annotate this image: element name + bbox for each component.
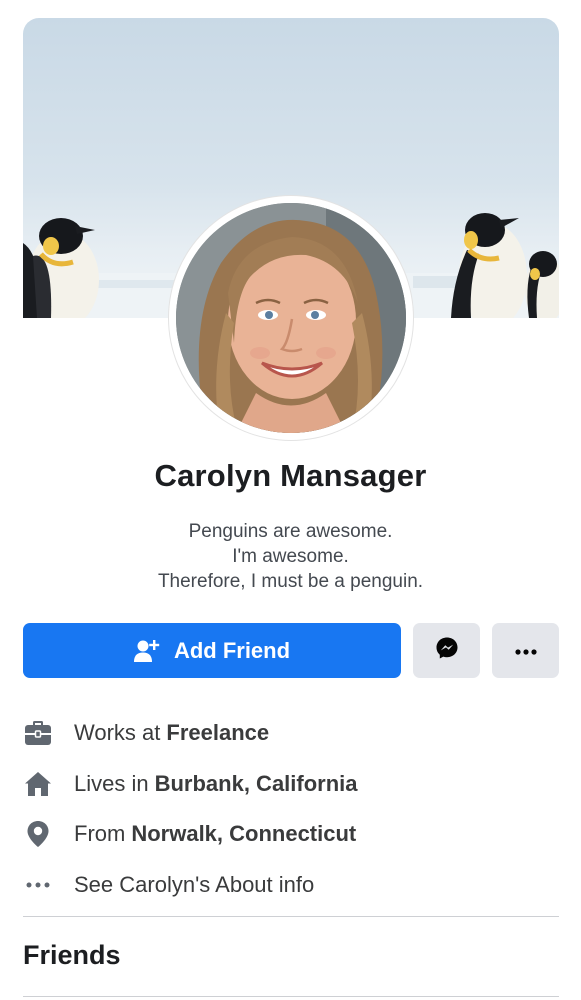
intro-lives: Lives in Burbank, California xyxy=(23,768,358,800)
intro-lives-prefix: Lives in xyxy=(74,771,149,796)
avatar-portrait xyxy=(176,203,406,433)
profile-bio: Penguins are awesome. I'm awesome. There… xyxy=(0,519,581,594)
add-friend-label: Add Friend xyxy=(173,637,291,663)
divider xyxy=(23,996,559,997)
intro-from: From Norwalk, Connecticut xyxy=(23,818,356,850)
message-button[interactable] xyxy=(413,623,480,678)
home-icon xyxy=(23,769,53,799)
intro-work-value[interactable]: Freelance xyxy=(166,720,269,746)
intro-lives-value[interactable]: Burbank, California xyxy=(155,771,358,797)
see-about-info-link[interactable]: See Carolyn's About info xyxy=(23,869,314,901)
profile-picture-frame[interactable] xyxy=(169,196,413,440)
intro-work-prefix: Works at xyxy=(74,720,161,745)
more-options-button[interactable] xyxy=(492,623,559,678)
profile-picture[interactable] xyxy=(176,203,406,433)
briefcase-icon xyxy=(23,718,53,748)
add-friend-button[interactable]: Add Friend xyxy=(23,623,401,678)
bio-line: I'm awesome. xyxy=(232,546,349,567)
bio-line: Therefore, I must be a penguin. xyxy=(157,571,424,592)
more-dots-icon xyxy=(514,642,537,660)
intro-from-value[interactable]: Norwalk, Connecticut xyxy=(131,821,356,847)
person-add-icon xyxy=(133,639,160,663)
profile-name: Carolyn Mansager xyxy=(154,458,427,493)
see-about-info-label: See Carolyn's About info xyxy=(74,872,315,897)
intro-work: Works at Freelance xyxy=(23,717,269,749)
more-dots-icon xyxy=(23,870,53,900)
location-pin-icon xyxy=(23,819,53,849)
intro-from-prefix: From xyxy=(74,821,126,846)
friends-section-title: Friends xyxy=(23,940,121,970)
bio-line: Penguins are awesome. xyxy=(188,521,393,542)
divider xyxy=(23,916,559,917)
messenger-icon xyxy=(435,636,459,665)
